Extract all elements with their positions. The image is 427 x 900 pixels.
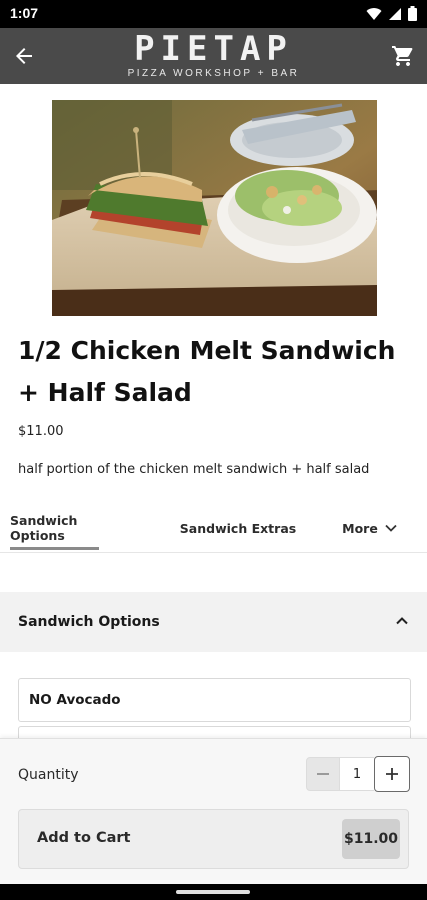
minus-icon <box>317 773 329 775</box>
tab-label: More <box>342 520 378 536</box>
logo-title: PIETAP <box>134 29 293 69</box>
cell-signal-icon <box>389 7 401 20</box>
quantity-stepper: 1 <box>306 756 410 792</box>
home-indicator[interactable] <box>176 890 250 894</box>
quantity-value[interactable]: 1 <box>340 757 374 791</box>
add-to-cart-button[interactable]: Add to Cart $11.00 <box>18 809 409 869</box>
logo-subtitle: PIZZA WORKSHOP + BAR <box>127 68 300 79</box>
decrement-button[interactable] <box>306 757 340 791</box>
status-icons <box>366 6 417 21</box>
active-tab-indicator <box>10 547 99 550</box>
status-bar: 1:07 <box>0 0 427 28</box>
tab-label: Sandwich Extras <box>179 520 297 536</box>
collapse-button[interactable] <box>391 610 413 632</box>
section-title: Sandwich Options <box>18 614 160 630</box>
product-title: 1/2 Chicken Melt Sandwich + Half Salad <box>18 336 396 407</box>
cart-panel: Quantity 1 Add to Cart $11.00 <box>0 738 427 885</box>
shopping-cart-icon <box>392 46 413 66</box>
product-price: $11.00 <box>18 424 64 439</box>
chevron-up-icon <box>396 617 408 625</box>
quantity-label: Quantity <box>18 767 79 783</box>
tab-sandwich-extras[interactable]: Sandwich Extras <box>170 506 306 550</box>
chevron-down-icon <box>385 524 397 532</box>
battery-icon <box>408 6 417 21</box>
option-label: NO Avocado <box>29 692 121 708</box>
increment-button[interactable] <box>374 756 410 792</box>
tab-sandwich-options[interactable]: Sandwich Options <box>10 506 100 550</box>
back-button[interactable] <box>8 40 40 72</box>
status-time: 1:07 <box>10 5 39 21</box>
product-description: half portion of the chicken melt sandwic… <box>18 462 370 477</box>
tab-more[interactable]: More <box>330 506 410 550</box>
plus-icon <box>386 768 398 780</box>
cart-price-badge: $11.00 <box>342 819 400 859</box>
add-to-cart-label: Add to Cart <box>37 830 131 846</box>
wifi-icon <box>366 7 382 20</box>
arrow-left-icon <box>16 48 32 64</box>
option-no-avocado[interactable]: NO Avocado <box>18 678 411 722</box>
restaurant-logo: PIETAP PIZZA WORKSHOP + BAR <box>100 32 327 80</box>
option-tabs: Sandwich Options Sandwich Extras More <box>0 506 427 553</box>
tab-label: Sandwich Options <box>10 513 78 543</box>
cart-button[interactable] <box>387 40 419 72</box>
section-header[interactable]: Sandwich Options <box>0 592 427 652</box>
app-bar: PIETAP PIZZA WORKSHOP + BAR <box>0 28 427 84</box>
product-photo <box>52 100 377 316</box>
system-nav-bar <box>0 884 427 900</box>
